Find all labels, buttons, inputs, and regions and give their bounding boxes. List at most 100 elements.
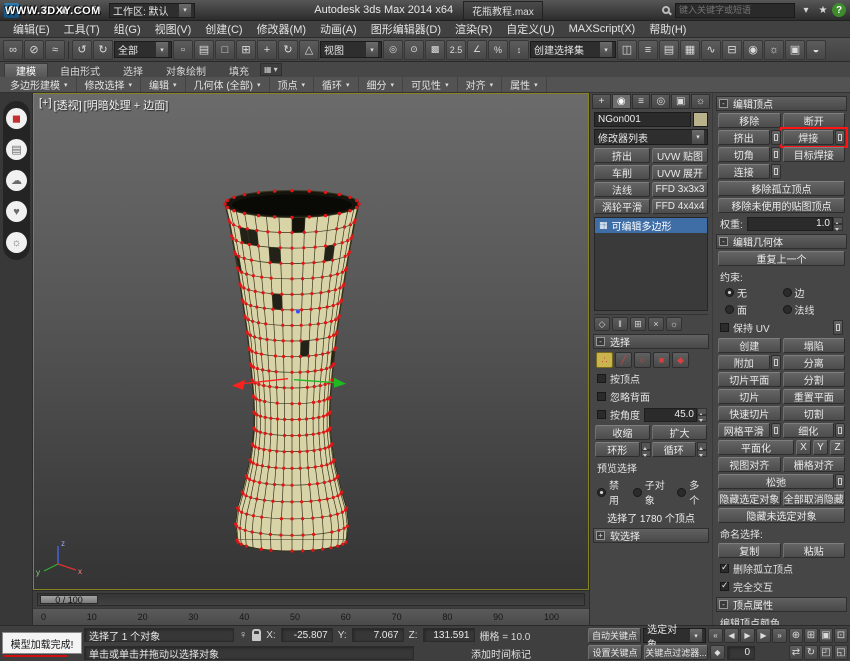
extrude-settings-button[interactable] [771,130,781,145]
modifier-stack[interactable]: ▦可编辑多边形 [594,217,708,311]
time-slider-handle[interactable]: 0 / 100 [40,595,98,604]
remove-modifier-icon[interactable]: × [648,317,664,331]
snap-toggle-icon[interactable]: 2.5 [446,40,466,60]
tab-display[interactable]: ▣ [671,94,690,109]
copy-button[interactable]: 复制 [718,543,781,558]
remove-button[interactable]: 移除 [718,113,781,128]
ribbon-tab-1[interactable]: 自由形式 [49,63,111,77]
dock-settings-icon[interactable]: ☼ [6,232,27,253]
relax-settings-button[interactable] [835,474,845,489]
select-object-icon[interactable]: ▫ [173,40,193,60]
percent-snap-icon[interactable]: % [488,40,508,60]
planar-x-button[interactable]: X [796,440,811,455]
select-and-link-icon[interactable]: ∞ [3,40,23,60]
auto-key-button[interactable]: 自动关键点 [588,628,641,643]
redo-icon[interactable]: ↻ [93,40,113,60]
undo-icon[interactable]: ↺ [72,40,92,60]
repeat-last-button[interactable]: 重复上一个 [718,251,845,266]
planar-z-button[interactable]: Z [830,440,845,455]
ring-button[interactable]: 环形 [595,442,640,457]
cut-button[interactable]: 切割 [783,406,846,421]
edit-geometry-rollout-header[interactable]: 编辑几何体 [716,234,847,249]
loop-spinner[interactable] [697,442,707,457]
modifier-preset-button-0[interactable]: 挤出 [594,148,650,163]
viewport-pov-menu[interactable]: [+] [39,97,52,113]
modifier-preset-button-7[interactable]: FFD 4x4x4 [652,199,708,214]
menu-item-2[interactable]: 组(G) [107,21,148,37]
select-and-scale-icon[interactable]: △ [299,40,319,60]
paste-button[interactable]: 粘贴 [783,543,846,558]
target-weld-button[interactable]: 目标焊接 [783,147,846,162]
preserve-uv-checkbox[interactable]: 保持 UV [720,320,843,335]
ribbon-panel-1[interactable]: 修改选择 [77,77,142,92]
ribbon-panel-9[interactable]: 属性 [502,77,547,92]
object-name-field[interactable]: NGon001 [594,112,691,127]
selection-filter-dropdown[interactable]: 全部 [114,41,172,58]
schematic-view-icon[interactable]: ⊟ [722,40,742,60]
key-mode-dropdown[interactable]: 选定对象 [643,628,706,643]
slice-plane-button[interactable]: 切片平面 [718,372,781,387]
ribbon-panel-2[interactable]: 编辑 [141,77,186,92]
edit-vertices-rollout-header[interactable]: 编辑顶点 [716,96,847,111]
menu-item-3[interactable]: 视图(V) [148,21,199,37]
select-and-rotate-icon[interactable]: ↻ [278,40,298,60]
by-vertex-checkbox[interactable]: 按顶点 [597,371,705,386]
modifier-preset-button-3[interactable]: UVW 展开 [652,165,708,180]
remove-unused-map-vertices-button[interactable]: 移除未使用的贴图顶点 [718,198,845,213]
modifier-preset-button-1[interactable]: UVW 贴图 [652,148,708,163]
search-dropdown-icon[interactable]: ▾ [798,3,814,18]
time-slider[interactable]: 0 / 100 [33,590,589,608]
z-coordinate-field[interactable]: 131.591 [423,628,475,642]
collapse-button[interactable]: 塌陷 [783,338,846,353]
menu-item-8[interactable]: 渲染(R) [448,21,499,37]
favorites-star-icon[interactable]: ★ [815,3,831,18]
slice-button[interactable]: 切片 [718,389,781,404]
angle-spinner[interactable]: 45.0 [644,408,707,422]
ribbon-toggle-icon[interactable]: ▦ [680,40,700,60]
connect-settings-button[interactable] [771,164,781,179]
orbit-icon[interactable]: ↻ [804,645,818,660]
reset-plane-button[interactable]: 重置平面 [783,389,846,404]
next-frame-button[interactable]: ▶ [756,628,771,643]
rendered-frame-icon[interactable]: ▣ [785,40,805,60]
pin-stack-icon[interactable]: ◇ [594,317,610,331]
view-align-button[interactable]: 视图对齐 [718,457,781,472]
layer-manager-icon[interactable]: ▤ [659,40,679,60]
chamfer-settings-button[interactable] [771,147,781,162]
extrude-button[interactable]: 挤出 [718,130,770,145]
time-slider-track[interactable]: 0 / 100 [37,593,585,606]
spinner-snap-icon[interactable]: ↕ [509,40,529,60]
bind-to-spacewarp-icon[interactable]: ≈ [45,40,65,60]
grid-align-button[interactable]: 栅格对齐 [783,457,846,472]
ribbon-tab-3[interactable]: 对象绘制 [155,63,217,77]
chamfer-button[interactable]: 切角 [718,147,770,162]
ring-spinner[interactable] [641,442,651,457]
loop-button[interactable]: 循环 [652,442,697,457]
ribbon-tab-4[interactable]: 填充 [218,63,260,77]
ribbon-tab-0[interactable]: 建模 [4,63,48,77]
preserve-uv-settings-button[interactable] [833,320,843,335]
search-input[interactable] [675,3,795,18]
edge-subobject-button[interactable]: ╱ [615,352,632,368]
viewport-shading-menu[interactable]: [明暗处理 + 边面] [84,97,169,113]
by-angle-checkbox[interactable]: 按角度 45.0 [597,407,707,422]
track-bar[interactable]: 0102030405060708090100 [33,608,589,625]
soft-selection-rollout-header[interactable]: 软选择 [593,528,709,543]
delete-isolated-vertices-checkbox[interactable]: 删除孤立顶点 [720,561,843,576]
zoom-region-icon[interactable]: ⊡ [834,628,848,643]
align-icon[interactable]: ≡ [638,40,658,60]
preview-disable-radio[interactable]: 禁用 [597,477,625,507]
unhide-all-button[interactable]: 全部取消隐藏 [783,491,846,506]
viewport-view-menu[interactable]: [透视] [54,97,82,113]
attach-button[interactable]: 附加 [718,355,770,370]
stack-item-editable-poly[interactable]: ▦可编辑多边形 [595,218,707,233]
reference-coordinate-dropdown[interactable]: 视图 [320,41,382,58]
workspace-selector[interactable]: 工作区: 默认 [109,3,195,18]
menu-item-1[interactable]: 工具(T) [57,21,107,37]
window-crossing-icon[interactable]: ⊞ [236,40,256,60]
y-coordinate-field[interactable]: 7.067 [352,628,404,642]
break-button[interactable]: 断开 [783,113,846,128]
tab-modify[interactable]: ◉ [612,94,631,109]
relax-button[interactable]: 松弛 [718,474,834,489]
detach-button[interactable]: 分离 [783,355,846,370]
